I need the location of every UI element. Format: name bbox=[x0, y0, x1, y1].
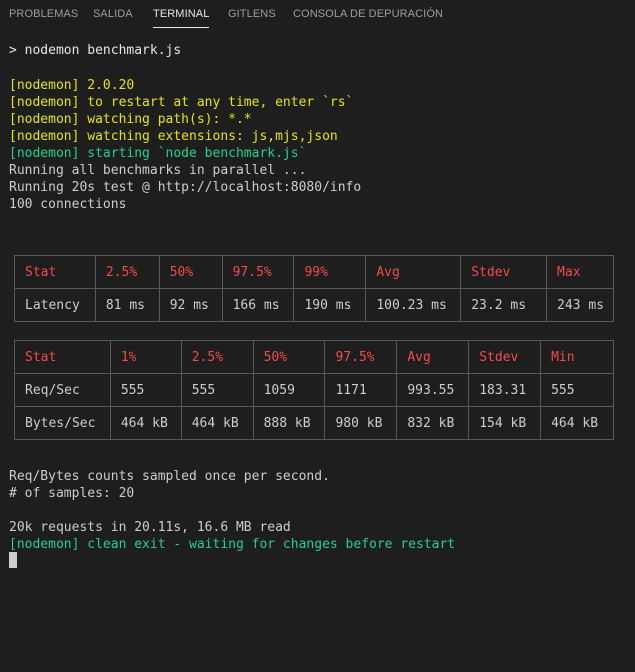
table-header-cell: Avg bbox=[365, 255, 462, 289]
table-cell: 92 ms bbox=[158, 288, 223, 322]
table-cell: 993.55 bbox=[396, 373, 470, 407]
table-cell: 1171 bbox=[324, 373, 398, 407]
table-header-cell: Avg bbox=[396, 340, 470, 374]
table-cell: 100.23 ms bbox=[365, 288, 462, 322]
nodemon-watching-paths-line: [nodemon] watching path(s): *.* bbox=[9, 112, 252, 127]
table-cell: 1059 bbox=[252, 373, 326, 407]
connections-line: 100 connections bbox=[9, 197, 127, 212]
table-header-cell: Stat bbox=[14, 340, 111, 374]
samples-note-line: Req/Bytes counts sampled once per second… bbox=[9, 469, 330, 484]
running-test-line: Running 20s test @ http://localhost:8080… bbox=[9, 180, 362, 195]
nodemon-clean-exit-line: [nodemon] clean exit - waiting for chang… bbox=[9, 537, 456, 552]
table-header-cell: Stdev bbox=[460, 255, 548, 289]
tab-terminal[interactable]: TERMINAL bbox=[153, 8, 210, 28]
table-cell: 464 kB bbox=[540, 406, 614, 440]
table-header-cell: 50% bbox=[252, 340, 326, 374]
table-cell: 154 kB bbox=[468, 406, 542, 440]
table-cell: 183.31 bbox=[468, 373, 542, 407]
table-header-cell: Min bbox=[540, 340, 614, 374]
terminal-cursor bbox=[9, 552, 17, 568]
tab-salida[interactable]: SALIDA bbox=[93, 8, 133, 20]
table-header-cell: 1% bbox=[109, 340, 182, 374]
table-cell: 980 kB bbox=[324, 406, 398, 440]
table-row: Latency 81 ms 92 ms 166 ms 190 ms 100.23… bbox=[14, 288, 614, 322]
nodemon-starting-line: [nodemon] starting `node benchmark.js` bbox=[9, 146, 307, 161]
table-cell: 832 kB bbox=[396, 406, 470, 440]
table-cell: 555 bbox=[109, 373, 182, 407]
tab-gitlens[interactable]: GITLENS bbox=[228, 8, 276, 20]
table-row: Req/Sec 555 555 1059 1171 993.55 183.31 … bbox=[14, 373, 614, 407]
table-header-cell: Max bbox=[546, 255, 614, 289]
table-cell: 464 kB bbox=[180, 406, 254, 440]
latency-table: Stat 2.5% 50% 97.5% 99% Avg Stdev Max La… bbox=[14, 255, 614, 322]
nodemon-restart-hint-line: [nodemon] to restart at any time, enter … bbox=[9, 95, 354, 110]
table-cell: 81 ms bbox=[94, 288, 160, 322]
tab-problemas[interactable]: PROBLEMAS bbox=[9, 8, 78, 20]
table-cell: 190 ms bbox=[293, 288, 367, 322]
table-header-cell: 2.5% bbox=[180, 340, 254, 374]
table-cell: 23.2 ms bbox=[460, 288, 548, 322]
table-cell: 166 ms bbox=[221, 288, 295, 322]
table-header-cell: 50% bbox=[158, 255, 223, 289]
running-all-line: Running all benchmarks in parallel ... bbox=[9, 163, 307, 178]
table-cell: 888 kB bbox=[252, 406, 326, 440]
table-cell: Req/Sec bbox=[14, 373, 111, 407]
samples-count-line: # of samples: 20 bbox=[9, 486, 135, 501]
throughput-header-row: Stat 1% 2.5% 50% 97.5% Avg Stdev Min bbox=[14, 340, 614, 374]
table-header-cell: 2.5% bbox=[94, 255, 160, 289]
table-cell: 555 bbox=[540, 373, 614, 407]
table-row: Bytes/Sec 464 kB 464 kB 888 kB 980 kB 83… bbox=[14, 406, 614, 440]
summary-line: 20k requests in 20.11s, 16.6 MB read bbox=[9, 520, 291, 535]
table-cell: 243 ms bbox=[546, 288, 614, 322]
throughput-table: Stat 1% 2.5% 50% 97.5% Avg Stdev Min Req… bbox=[14, 340, 614, 440]
table-header-cell: Stdev bbox=[468, 340, 542, 374]
panel-tab-bar: PROBLEMAS SALIDA TERMINAL GITLENS CONSOL… bbox=[0, 0, 635, 30]
table-cell: Latency bbox=[14, 288, 96, 322]
command-line: > nodemon benchmark.js bbox=[9, 43, 182, 58]
table-cell: 464 kB bbox=[109, 406, 182, 440]
latency-header-row: Stat 2.5% 50% 97.5% 99% Avg Stdev Max bbox=[14, 255, 614, 289]
table-header-cell: 99% bbox=[293, 255, 367, 289]
tab-consola-depuracion[interactable]: CONSOLA DE DEPURACIÓN bbox=[293, 8, 443, 20]
table-cell: Bytes/Sec bbox=[14, 406, 111, 440]
table-cell: 555 bbox=[180, 373, 254, 407]
table-header-cell: 97.5% bbox=[221, 255, 295, 289]
table-header-cell: Stat bbox=[14, 255, 96, 289]
table-header-cell: 97.5% bbox=[324, 340, 398, 374]
nodemon-watching-ext-line: [nodemon] watching extensions: js,mjs,js… bbox=[9, 129, 338, 144]
nodemon-version-line: [nodemon] 2.0.20 bbox=[9, 78, 135, 93]
